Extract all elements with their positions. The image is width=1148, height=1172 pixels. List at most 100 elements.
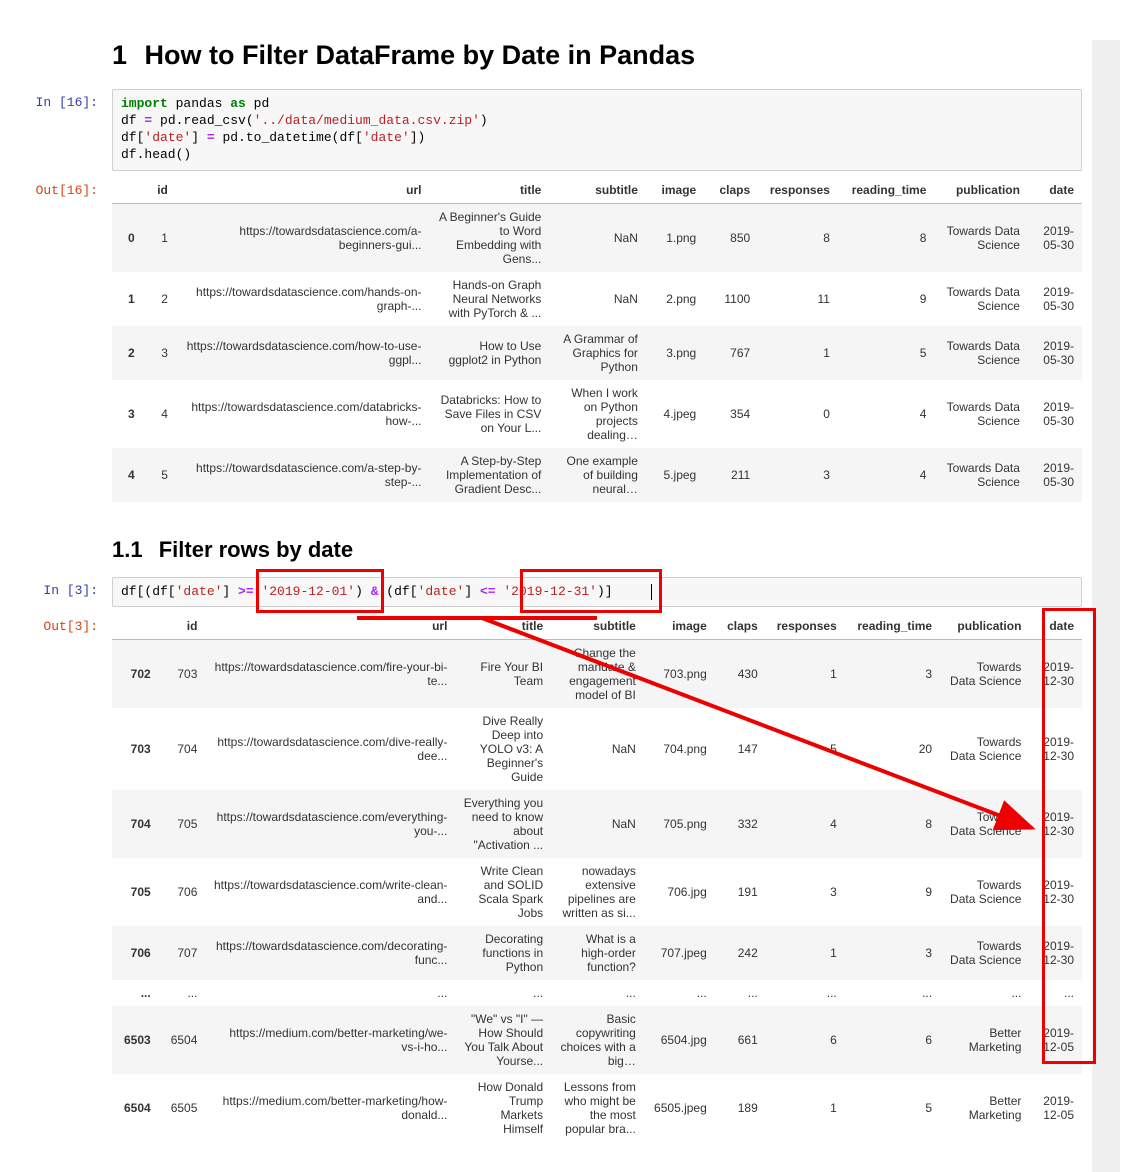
code-op: <= <box>480 584 496 599</box>
row-index: 1 <box>112 272 143 326</box>
col-header <box>112 177 143 204</box>
col-header <box>112 613 159 640</box>
table-row: 34https://towardsdatascience.com/databri… <box>112 380 1082 448</box>
col-header: subtitle <box>551 613 644 640</box>
cell-claps: 1100 <box>704 272 758 326</box>
cell-responses: 1 <box>766 1074 845 1142</box>
code-str: 'date' <box>363 130 410 145</box>
cell-title: Everything you need to know about "Activ… <box>455 790 551 858</box>
cell-id: ... <box>159 980 206 1006</box>
code-txt: ] <box>464 584 480 599</box>
cell-responses: 8 <box>758 203 838 272</box>
cell-title: Decorating functions in Python <box>455 926 551 980</box>
heading-2-text: Filter rows by date <box>159 537 353 562</box>
cell-url: https://towardsdatascience.com/hands-on-… <box>176 272 430 326</box>
code-txt: (df[ <box>379 584 418 599</box>
row-index: 704 <box>112 790 159 858</box>
cell-id: 6504 <box>159 1006 206 1074</box>
cell-publication: Towards Data Science <box>940 708 1029 790</box>
col-header: url <box>176 177 430 204</box>
table-row: ................................. <box>112 980 1082 1006</box>
code-block-1[interactable]: import pandas as pd df = pd.read_csv('..… <box>112 89 1082 171</box>
cell-responses: 1 <box>766 640 845 709</box>
cell-date: 2019-12-05 <box>1029 1006 1082 1074</box>
code-str: 'date' <box>418 584 465 599</box>
cell-claps: 850 <box>704 203 758 272</box>
code-txt: pd <box>246 96 269 111</box>
cell-title: ... <box>455 980 551 1006</box>
code-block-2[interactable]: df[(df['date'] >= '2019-12-01') & (df['d… <box>112 577 1082 608</box>
table-header-row: idurltitlesubtitleimageclapsresponsesrea… <box>112 613 1082 640</box>
code-str: '2019-12-01' <box>261 584 355 599</box>
out-prompt-2: Out[3]: <box>0 619 104 634</box>
output-cell-2: Out[3]: idurltitlesubtitleimageclapsresp… <box>0 613 1120 1142</box>
cell-subtitle: Basic copywriting choices with a big… <box>551 1006 644 1074</box>
table-row: 706707https://towardsdatascience.com/dec… <box>112 926 1082 980</box>
cell-publication: Towards Data Science <box>940 926 1029 980</box>
cell-title: A Step-by-Step Implementation of Gradien… <box>429 448 549 502</box>
table-row: 45https://towardsdatascience.com/a-step-… <box>112 448 1082 502</box>
col-header: claps <box>704 177 758 204</box>
code-txt: pd.read_csv( <box>152 113 253 128</box>
cell-image: ... <box>644 980 715 1006</box>
code-kw: as <box>230 96 246 111</box>
cell-reading_time: 8 <box>845 790 940 858</box>
col-header: reading_time <box>838 177 934 204</box>
table-row: 23https://towardsdatascience.com/how-to-… <box>112 326 1082 380</box>
cell-claps: 211 <box>704 448 758 502</box>
cell-image: 707.jpeg <box>644 926 715 980</box>
cell-date: 2019-12-30 <box>1029 926 1082 980</box>
cell-url: https://towardsdatascience.com/everythin… <box>205 790 455 858</box>
cell-image: 703.png <box>644 640 715 709</box>
cell-image: 5.jpeg <box>646 448 704 502</box>
cell-subtitle: Lessons from who might be the most popul… <box>551 1074 644 1142</box>
table-row: 703704https://towardsdatascience.com/div… <box>112 708 1082 790</box>
cell-title: Hands-on Graph Neural Networks with PyTo… <box>429 272 549 326</box>
cell-image: 6504.jpg <box>644 1006 715 1074</box>
code-txt: df.head() <box>121 147 191 162</box>
cell-reading_time: 8 <box>838 203 934 272</box>
input-cell-1: In [16]: import pandas as pd df = pd.rea… <box>0 89 1120 171</box>
cell-responses: 5 <box>766 708 845 790</box>
cell-title: How to Use ggplot2 in Python <box>429 326 549 380</box>
table-row: 01https://towardsdatascience.com/a-begin… <box>112 203 1082 272</box>
cell-reading_time: 6 <box>845 1006 940 1074</box>
cell-title: A Beginner's Guide to Word Embedding wit… <box>429 203 549 272</box>
cell-reading_time: 20 <box>845 708 940 790</box>
code-txt: ] <box>222 584 238 599</box>
code-kw: import <box>121 96 168 111</box>
heading-1-text: How to Filter DataFrame by Date in Panda… <box>145 40 696 70</box>
cell-claps: ... <box>715 980 766 1006</box>
col-header: subtitle <box>549 177 646 204</box>
col-header: title <box>429 177 549 204</box>
cell-date: 2019-12-30 <box>1029 790 1082 858</box>
row-index: 6503 <box>112 1006 159 1074</box>
col-header: reading_time <box>845 613 940 640</box>
heading-2: 1.1 Filter rows by date <box>112 537 1120 563</box>
cell-responses: 1 <box>766 926 845 980</box>
cell-subtitle: ... <box>551 980 644 1006</box>
table-row: 65036504https://medium.com/better-market… <box>112 1006 1082 1074</box>
cell-responses: ... <box>766 980 845 1006</box>
cell-reading_time: 5 <box>845 1074 940 1142</box>
cell-claps: 189 <box>715 1074 766 1142</box>
col-header: date <box>1028 177 1082 204</box>
page: 1 How to Filter DataFrame by Date in Pan… <box>0 40 1120 1172</box>
output-area-2: idurltitlesubtitleimageclapsresponsesrea… <box>112 613 1082 1142</box>
cell-reading_time: 3 <box>845 640 940 709</box>
out-prompt-1: Out[16]: <box>0 183 104 198</box>
table-row: 12https://towardsdatascience.com/hands-o… <box>112 272 1082 326</box>
cell-id: 703 <box>159 640 206 709</box>
cell-publication: Towards Data Science <box>940 790 1029 858</box>
code-txt: df[(df[ <box>121 584 176 599</box>
heading-2-number: 1.1 <box>112 537 143 563</box>
cell-claps: 332 <box>715 790 766 858</box>
cell-subtitle: nowadays extensive pipelines are written… <box>551 858 644 926</box>
code-op: & <box>371 584 379 599</box>
col-header: date <box>1029 613 1082 640</box>
row-index: 0 <box>112 203 143 272</box>
cell-title: Fire Your BI Team <box>455 640 551 709</box>
cell-subtitle: NaN <box>551 708 644 790</box>
in-prompt-1: In [16]: <box>0 95 104 110</box>
cell-claps: 430 <box>715 640 766 709</box>
